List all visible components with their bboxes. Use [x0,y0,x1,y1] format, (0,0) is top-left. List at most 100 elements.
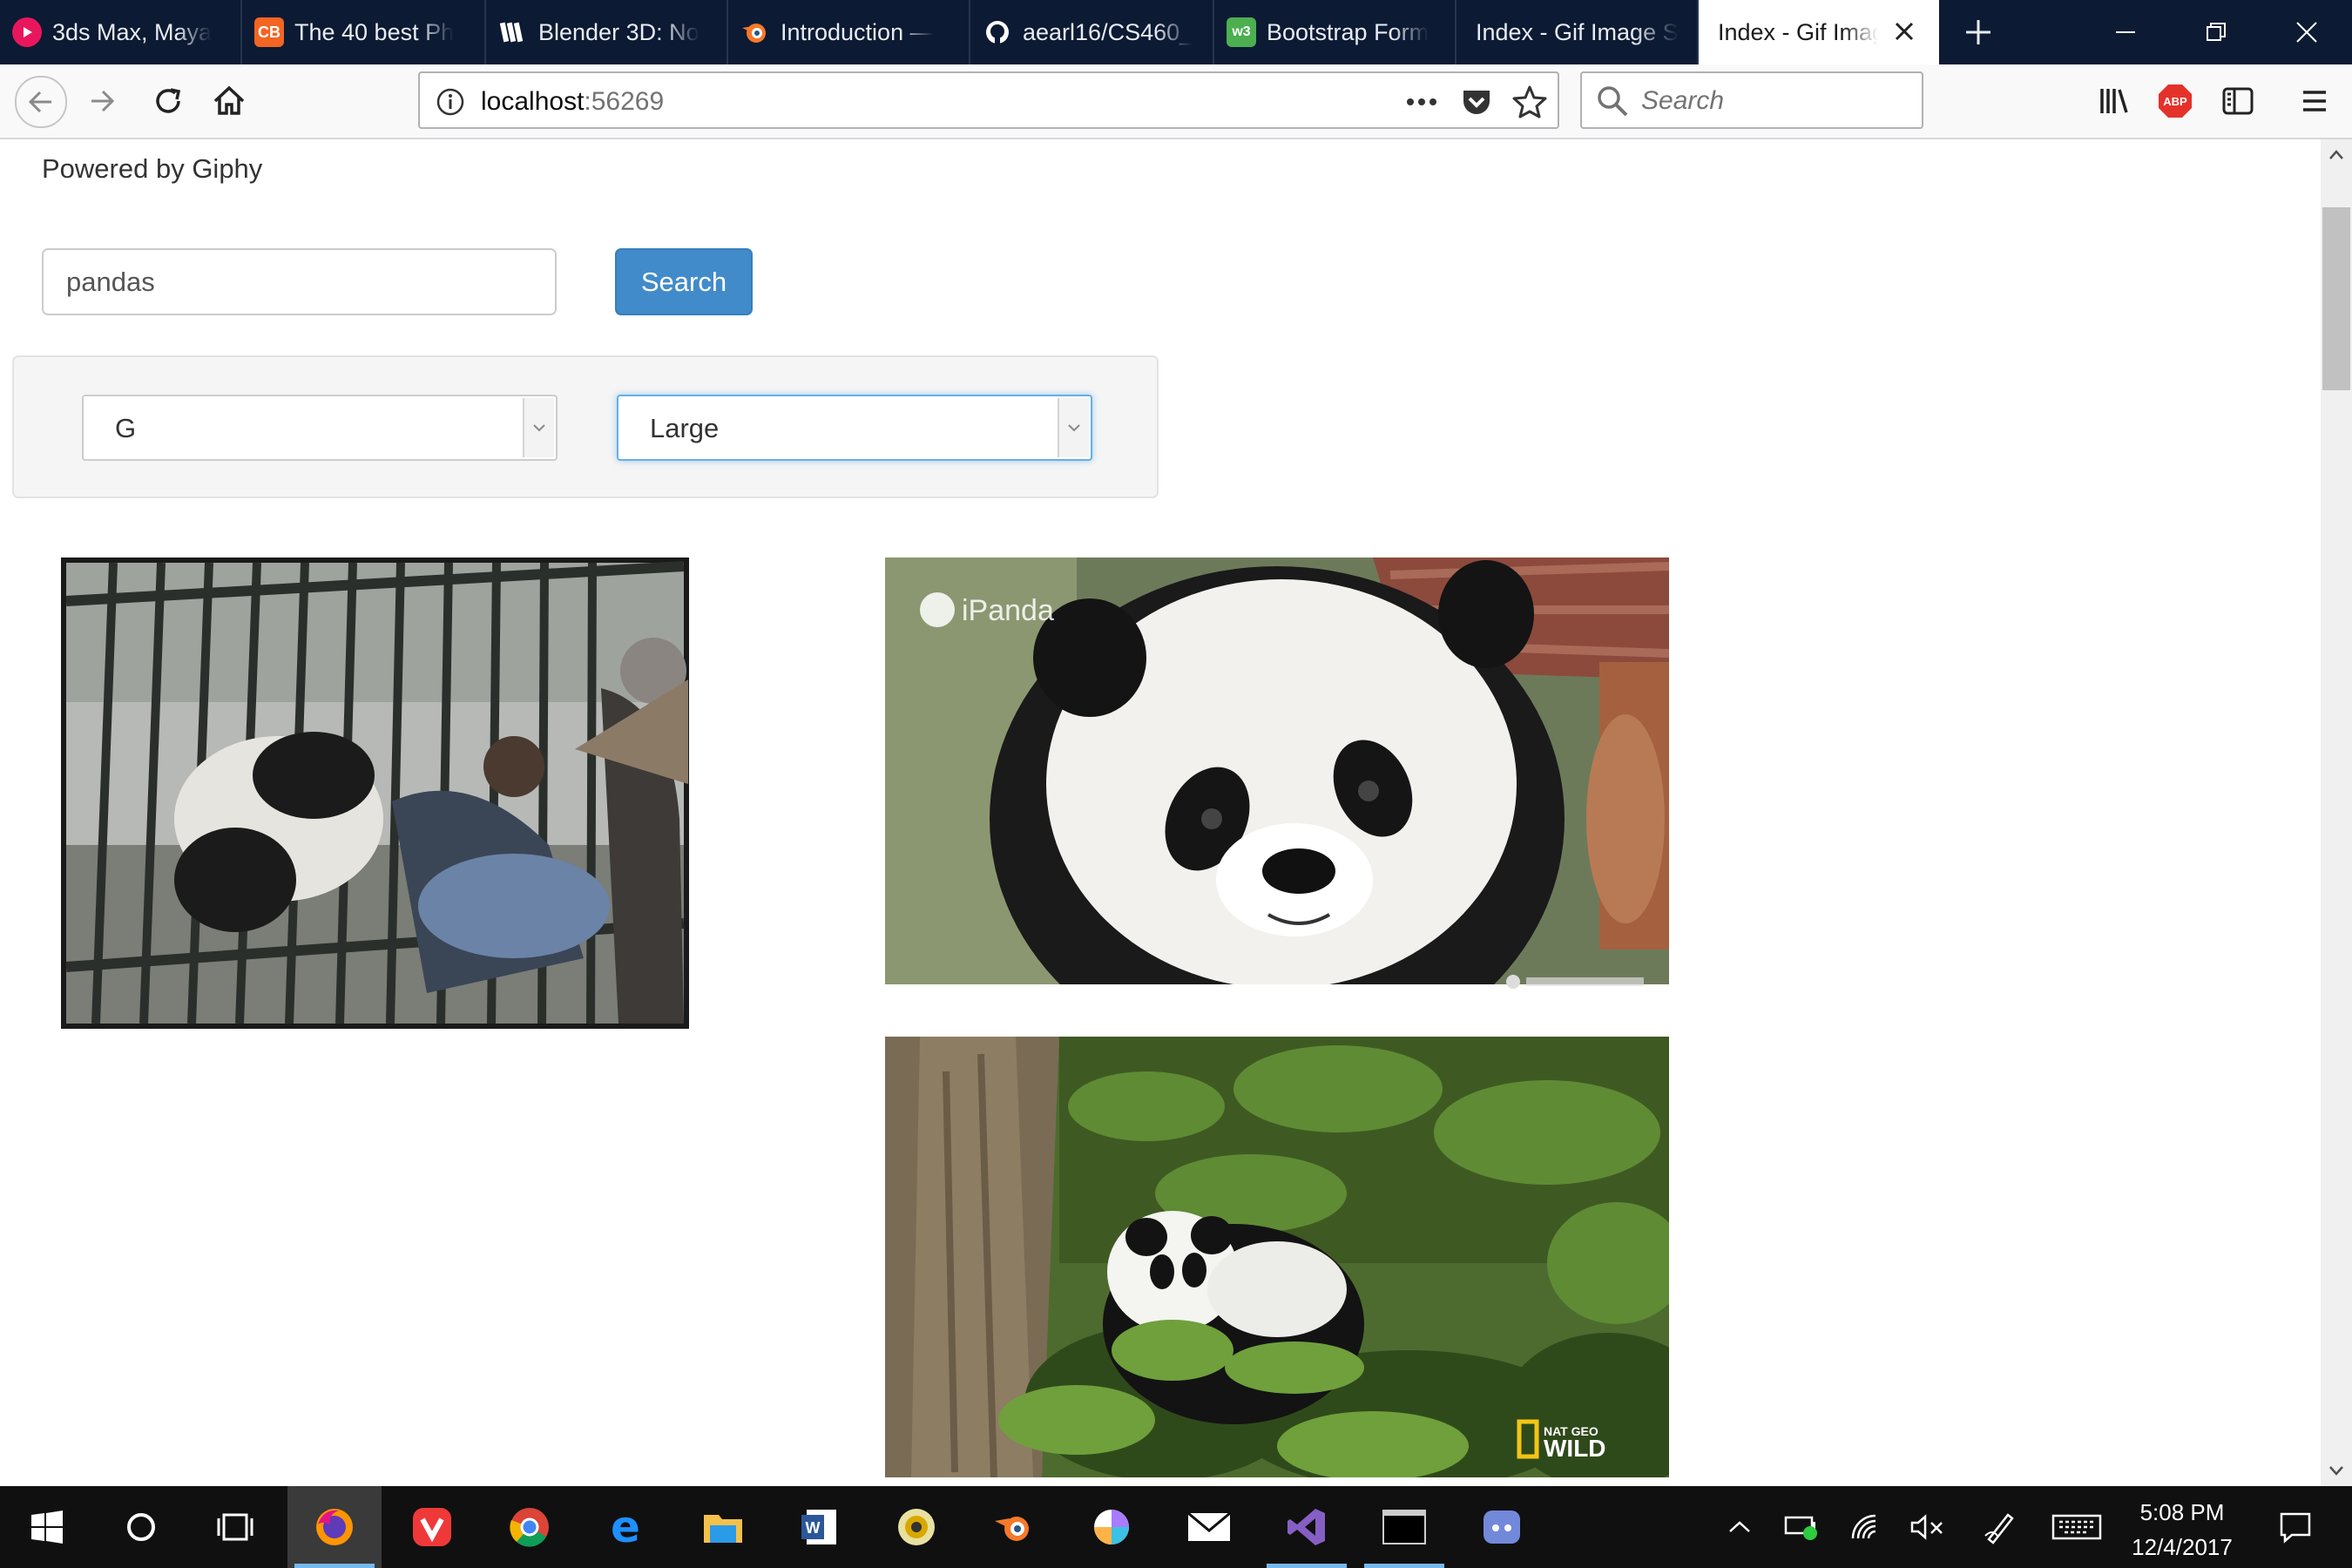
gif-result-1[interactable] [61,558,689,1029]
taskbar-paint[interactable] [1064,1486,1159,1568]
search-button[interactable]: Search [615,248,753,315]
clock-time: 5:08 PM [2139,1499,2225,1525]
minimize-icon [2116,31,2135,33]
taskbar-edge[interactable]: e [578,1486,672,1568]
action-center-button[interactable] [2265,1486,2326,1568]
tab-index-gif-1[interactable]: Index - Gif Image S [1456,0,1699,64]
info-icon[interactable] [436,87,465,121]
taskbar-firefox[interactable] [287,1486,382,1568]
wifi-status[interactable] [1843,1486,1890,1568]
system-clock[interactable]: 5:08 PM 12/4/2017 [2108,1495,2256,1565]
restore-icon [2207,23,2226,41]
vivaldi-icon [413,1508,451,1546]
close-tab-icon[interactable] [1889,16,1920,47]
chevron-up-icon [1729,1521,1750,1532]
adblock-button[interactable]: ABP [2150,76,2200,126]
blender-icon [740,17,770,47]
plus-icon [1966,20,1990,44]
battery-charging-icon [1784,1516,1817,1540]
size-select[interactable]: Large [617,395,1092,461]
arrow-left-icon [28,91,51,113]
svg-text:e: e [611,1505,640,1549]
gif-search-input[interactable] [42,248,557,315]
back-button[interactable] [15,76,67,128]
library-button[interactable] [2089,76,2139,126]
arrow-right-icon [91,90,115,112]
scroll-up-icon[interactable] [2328,148,2345,162]
adblock-plus-icon: ABP [2159,84,2192,118]
touch-keyboard-button[interactable] [2045,1486,2108,1568]
sidebar-button[interactable] [2213,76,2263,126]
paint-icon [1094,1510,1129,1544]
word-icon: W [801,1510,836,1544]
pocket-icon[interactable] [1460,85,1493,123]
browser-search-input[interactable] [1639,82,1913,120]
tab-github[interactable]: aearl16/CS460_ [970,0,1214,64]
volume-status[interactable] [1904,1486,1951,1568]
taskbar-mail[interactable] [1162,1486,1256,1568]
red-play-icon [12,17,42,47]
taskbar-media-player[interactable] [869,1486,963,1568]
page-scrollbar[interactable] [2321,139,2352,1486]
page-content: Powered by Giphy Search G Large [0,139,2321,1486]
tab-blender-3d[interactable]: Blender 3D: No [486,0,728,64]
show-hidden-icons-button[interactable] [1718,1486,1761,1568]
tab-index-gif-active[interactable]: Index - Gif Imag [1699,0,1939,64]
gif-result-3[interactable]: NAT GEO WILD [885,1037,1669,1477]
home-icon [213,85,245,115]
reload-button[interactable] [143,76,193,126]
ipanda-watermark: iPanda [962,594,1054,627]
scrollbar-thumb[interactable] [2322,207,2350,390]
battery-status[interactable] [1779,1486,1826,1568]
svg-text:WILD: WILD [1544,1435,1606,1462]
scroll-down-icon[interactable] [2328,1463,2345,1477]
pen-workspace-button[interactable] [1976,1486,2023,1568]
home-button[interactable] [204,76,254,126]
navigation-toolbar: localhost:56269 ABP [0,64,2352,139]
notification-icon [2280,1512,2311,1544]
tab-bootstrap-form[interactable]: w3 Bootstrap Form [1214,0,1456,64]
taskbar-terminal[interactable] [1357,1486,1451,1568]
cortana-button[interactable] [94,1486,188,1568]
windows-taskbar: e W 5:08 PM 12/4/2017 [0,1486,2352,1568]
minimize-button[interactable] [2080,0,2171,64]
taskbar-visual-studio[interactable] [1260,1486,1354,1568]
media-player-icon [898,1509,935,1545]
powered-by-text: Powered by Giphy [42,153,263,184]
close-window-button[interactable] [2261,0,2352,64]
terminal-icon [1382,1510,1426,1544]
hamburger-menu-icon [2303,91,2326,112]
taskbar-word[interactable]: W [772,1486,866,1568]
new-tab-button[interactable] [1939,0,2017,64]
tab-3ds-max[interactable]: 3ds Max, Maya [0,0,242,64]
taskbar-blender[interactable] [967,1486,1061,1568]
taskbar-vivaldi[interactable] [385,1486,479,1568]
restore-button[interactable] [2171,0,2261,64]
start-button[interactable] [0,1486,94,1568]
w3-icon: w3 [1227,17,1256,47]
taskbar-file-explorer[interactable] [676,1486,770,1568]
wifi-icon [1851,1514,1876,1539]
task-view-button[interactable] [188,1486,282,1568]
menu-button[interactable] [2289,76,2340,126]
chevron-down-icon [523,398,554,457]
reload-icon [156,88,181,113]
forward-button[interactable] [77,76,127,126]
taskbar-discord[interactable] [1455,1486,1549,1568]
taskbar-chrome[interactable] [483,1486,577,1568]
rating-select[interactable]: G [82,395,558,461]
address-bar[interactable]: localhost:56269 [418,71,1559,129]
search-icon [1596,84,1629,122]
tab-40-best[interactable]: CB The 40 best Ph [242,0,486,64]
filter-panel: G Large [12,355,1159,498]
svg-text:W: W [806,1519,821,1537]
browser-search-box[interactable] [1580,71,1923,129]
gif-result-2[interactable]: iPanda [885,558,1669,998]
bookmark-star-icon[interactable] [1512,84,1547,124]
url-text: localhost:56269 [481,87,665,116]
start-icon [31,1511,63,1544]
svg-text:ABP: ABP [2163,95,2187,108]
more-actions-icon[interactable] [1404,87,1439,121]
size-select-value: Large [650,413,720,443]
tab-introduction[interactable]: Introduction — [728,0,970,64]
